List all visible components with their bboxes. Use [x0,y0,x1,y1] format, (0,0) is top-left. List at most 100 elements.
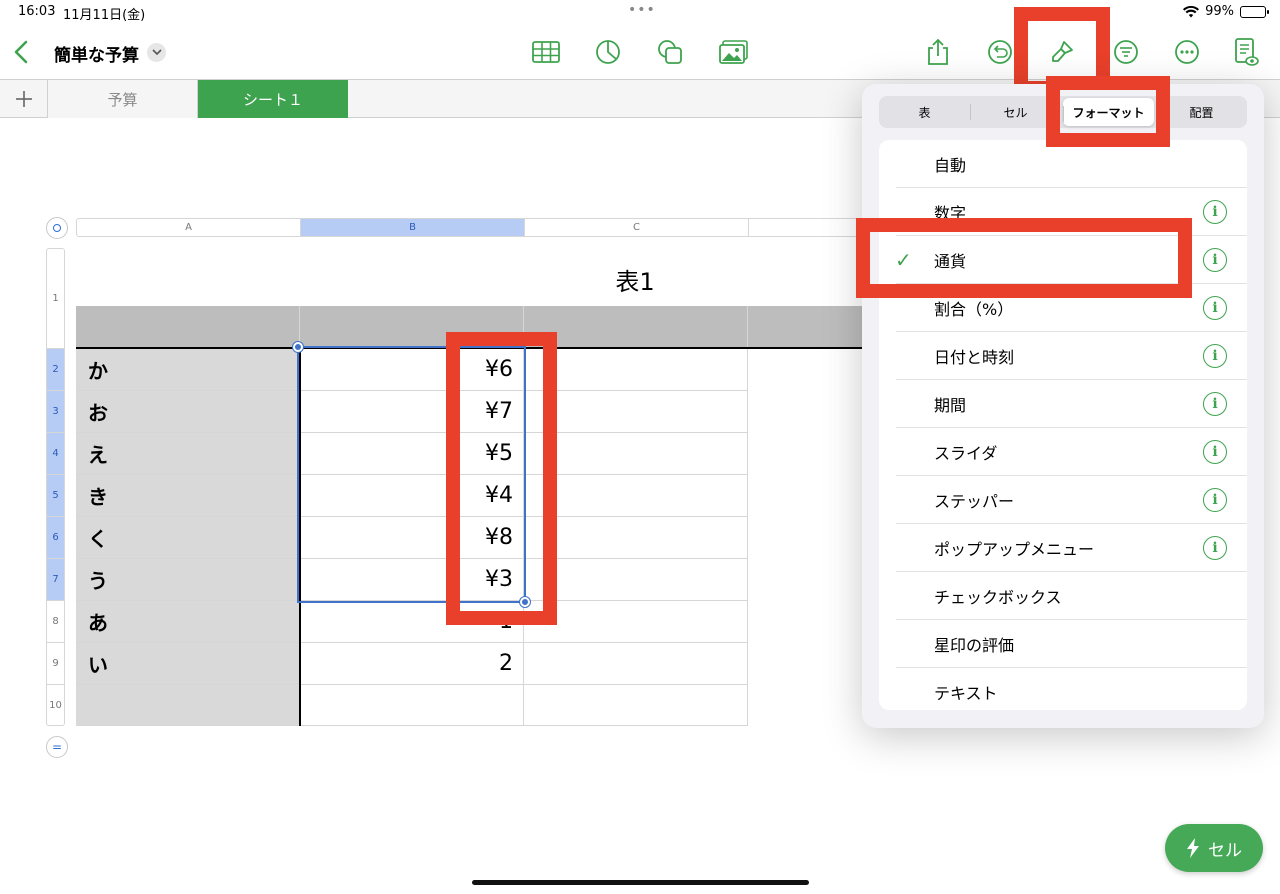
info-icon[interactable]: i [1203,296,1227,320]
format-item-duration[interactable]: 期間 i [879,380,1247,428]
battery-icon [1240,5,1269,18]
selection-handle-top-left[interactable] [293,342,303,352]
empty-cell[interactable] [524,559,748,601]
info-icon[interactable]: i [1203,488,1227,512]
annotation-box-format-tab [1046,76,1170,147]
add-row-handle[interactable]: = [46,736,68,758]
format-item-label: 割合（%） [934,300,1014,319]
format-item-label: ポップアップメニュー [934,540,1095,559]
row-label-cell[interactable]: お [76,391,300,433]
format-item-stepper[interactable]: ステッパー i [879,476,1247,524]
empty-cell[interactable] [524,685,748,726]
row-header-4[interactable]: 4 [47,433,64,475]
format-item-star-rating[interactable]: 星印の評価 [879,620,1247,668]
row-header-bar: 1 2 3 4 5 6 7 8 9 10 [46,248,65,726]
format-item-popup-menu[interactable]: ポップアップメニュー i [879,524,1247,572]
reading-view-icon[interactable] [1230,36,1262,68]
wifi-icon [1183,5,1200,17]
row-label-cell[interactable] [76,685,300,726]
column-header-b[interactable]: B [301,219,525,236]
format-item-label: 日付と時刻 [934,348,1015,367]
row-header-6[interactable]: 6 [47,517,64,559]
column-header-bar: A B C [76,218,876,237]
format-item-date-time[interactable]: 日付と時刻 i [879,332,1247,380]
status-time: 16:03 [18,4,56,19]
row-header-7[interactable]: 7 [47,559,64,601]
status-right: 99% [1183,4,1269,19]
table-title[interactable]: 表1 [560,262,710,297]
multitasking-dots-icon[interactable]: ••• [628,2,656,18]
tab-sheet1[interactable]: シート１ [198,80,348,118]
empty-cell[interactable] [524,391,748,433]
table-icon[interactable] [530,36,562,68]
media-icon[interactable] [718,36,750,68]
empty-cell[interactable] [300,685,524,726]
format-item-slider[interactable]: スライダ i [879,428,1247,476]
value-cell[interactable]: 2 [300,643,524,685]
column-header-a[interactable]: A [77,219,301,236]
select-table-handle[interactable] [46,217,68,239]
header-cell-d1[interactable] [748,306,876,348]
empty-cell[interactable] [524,433,748,475]
format-item-text[interactable]: テキスト [879,668,1247,710]
empty-cell[interactable] [524,601,748,643]
row-label-cell[interactable]: あ [76,601,300,643]
format-item-label: 星印の評価 [934,636,1015,655]
more-icon[interactable] [1171,36,1203,68]
row-label-cell[interactable]: き [76,475,300,517]
row-header-3[interactable]: 3 [47,391,64,433]
format-item-checkbox[interactable]: チェックボックス [879,572,1247,620]
cell-action-label: セル [1208,840,1242,861]
shape-icon[interactable] [654,36,686,68]
row-header-1[interactable]: 1 [47,249,64,349]
tab-yosan[interactable]: 予算 [48,80,198,118]
annotation-box-currency [856,218,1192,298]
info-icon[interactable]: i [1203,200,1227,224]
info-icon[interactable]: i [1203,536,1227,560]
empty-cell[interactable] [524,643,748,685]
add-sheet-icon[interactable] [0,80,48,118]
row-label-cell[interactable]: う [76,559,300,601]
cell-action-button[interactable]: セル [1165,824,1263,872]
home-indicator[interactable] [472,880,809,885]
info-icon[interactable]: i [1203,248,1227,272]
info-icon[interactable]: i [1203,344,1227,368]
row-header-2[interactable]: 2 [47,349,64,391]
header-cell-c1[interactable] [524,306,748,348]
format-item-label: 期間 [934,396,967,415]
document-title[interactable]: 簡単な予算 [54,41,139,66]
info-icon[interactable]: i [1203,392,1227,416]
lightning-icon [1187,838,1199,858]
column-header-c[interactable]: C [525,219,749,236]
status-date: 11月11日(金) [63,8,146,23]
row-label-cell[interactable]: い [76,643,300,685]
format-item-auto[interactable]: 自動 [879,140,1247,188]
row-header-10[interactable]: 10 [47,685,64,725]
empty-cell[interactable] [524,517,748,559]
format-popover: 表 セル フォーマット 配置 自動 数字 i ✓ 通貨 i 割合（%） i 日付と時刻 i… [862,84,1264,728]
chart-icon[interactable] [592,36,624,68]
share-icon[interactable] [922,36,954,68]
back-chevron-icon[interactable] [10,38,34,66]
row-label-cell[interactable]: か [76,349,300,391]
row-header-8[interactable]: 8 [47,601,64,643]
row-label-cell[interactable]: く [76,517,300,559]
empty-cell[interactable] [524,475,748,517]
row-header-5[interactable]: 5 [47,475,64,517]
row-label-cell[interactable]: え [76,433,300,475]
undo-icon[interactable] [984,36,1016,68]
battery-percent: 99% [1205,4,1234,19]
info-icon[interactable]: i [1203,440,1227,464]
empty-cell[interactable] [524,349,748,391]
filter-icon[interactable] [1110,36,1142,68]
format-item-label: ステッパー [934,492,1015,511]
format-item-label: スライダ [934,444,998,463]
format-item-label: テキスト [934,684,998,703]
chevron-down-icon[interactable] [147,43,166,62]
format-item-label: チェックボックス [934,588,1062,607]
header-cell-a1[interactable] [76,306,300,348]
segment-table[interactable]: 表 [879,96,970,128]
format-item-label: 自動 [934,156,967,175]
annotation-box-values [446,332,557,625]
row-header-9[interactable]: 9 [47,643,64,685]
